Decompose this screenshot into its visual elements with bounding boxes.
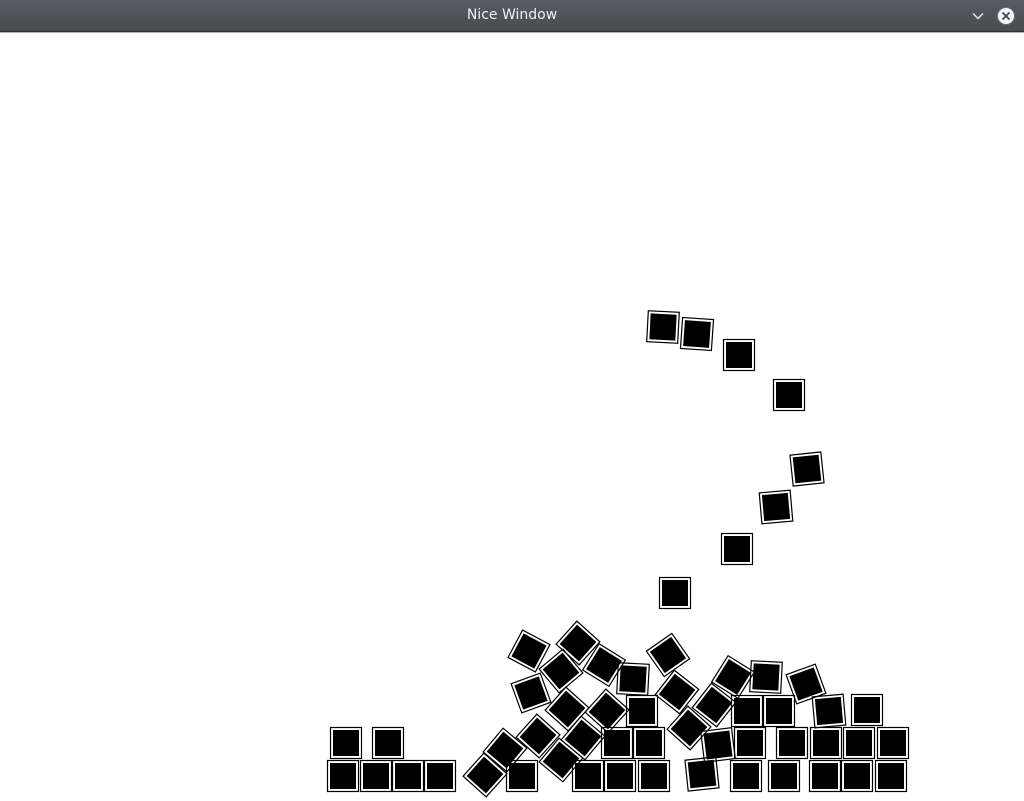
simulation-canvas[interactable] bbox=[0, 33, 1024, 801]
physics-box-body bbox=[812, 763, 838, 789]
physics-box-body bbox=[575, 763, 601, 789]
minimize-button[interactable] bbox=[968, 6, 988, 26]
physics-box bbox=[762, 694, 796, 728]
physics-box-body bbox=[687, 759, 717, 789]
physics-box bbox=[637, 759, 671, 793]
physics-box-body bbox=[586, 647, 622, 683]
physics-box bbox=[789, 451, 825, 487]
physics-box bbox=[684, 756, 720, 792]
physics-box-body bbox=[703, 730, 733, 760]
physics-box-body bbox=[844, 763, 870, 789]
physics-box bbox=[840, 759, 874, 793]
physics-box bbox=[876, 726, 910, 760]
physics-box bbox=[505, 759, 539, 793]
physics-box-body bbox=[363, 763, 389, 789]
physics-box bbox=[729, 759, 763, 793]
physics-box bbox=[625, 694, 659, 728]
physics-box-body bbox=[737, 730, 763, 756]
physics-box bbox=[391, 759, 425, 793]
window-title: Nice Window bbox=[466, 7, 558, 23]
physics-box-body bbox=[814, 696, 844, 726]
physics-box-body bbox=[878, 763, 904, 789]
chevron-down-icon bbox=[972, 12, 984, 20]
physics-box-body bbox=[761, 492, 791, 522]
physics-box-body bbox=[427, 763, 453, 789]
physics-box-body bbox=[636, 730, 662, 756]
physics-box bbox=[371, 726, 405, 760]
close-button[interactable] bbox=[996, 6, 1016, 26]
physics-box bbox=[329, 726, 363, 760]
physics-box bbox=[730, 694, 764, 728]
physics-box-body bbox=[776, 382, 802, 408]
physics-box-body bbox=[333, 730, 359, 756]
physics-box-body bbox=[662, 580, 688, 606]
physics-box bbox=[850, 693, 884, 727]
physics-box bbox=[603, 759, 637, 793]
physics-box-body bbox=[766, 698, 792, 724]
physics-box-body bbox=[649, 636, 687, 674]
physics-box bbox=[808, 759, 842, 793]
physics-box-body bbox=[715, 659, 751, 695]
physics-box-body bbox=[658, 673, 696, 711]
physics-box bbox=[423, 759, 457, 793]
title-bar[interactable]: Nice Window bbox=[0, 0, 1024, 32]
physics-box bbox=[632, 726, 666, 760]
physics-box-body bbox=[779, 730, 805, 756]
physics-box bbox=[584, 688, 630, 734]
physics-box bbox=[722, 338, 756, 372]
physics-box bbox=[767, 759, 801, 793]
physics-box bbox=[658, 576, 692, 610]
physics-box-body bbox=[466, 756, 504, 794]
physics-box bbox=[809, 726, 843, 760]
physics-box-body bbox=[375, 730, 401, 756]
physics-box bbox=[720, 532, 754, 566]
physics-scene bbox=[326, 310, 910, 798]
physics-box-body bbox=[683, 320, 711, 348]
physics-box-body bbox=[330, 763, 356, 789]
physics-box bbox=[811, 693, 847, 729]
physics-box-body bbox=[604, 730, 630, 756]
physics-box bbox=[679, 316, 715, 352]
physics-box bbox=[772, 378, 806, 412]
physics-box bbox=[775, 726, 809, 760]
physics-box bbox=[758, 489, 794, 525]
physics-box-body bbox=[880, 730, 906, 756]
physics-box-body bbox=[629, 698, 655, 724]
physics-box bbox=[616, 662, 650, 696]
physics-box bbox=[749, 660, 783, 694]
physics-box bbox=[785, 663, 827, 705]
physics-box-body bbox=[509, 763, 535, 789]
physics-box-body bbox=[619, 665, 647, 693]
physics-box-body bbox=[641, 763, 667, 789]
physics-box-body bbox=[588, 692, 626, 730]
physics-box-body bbox=[649, 313, 677, 341]
physics-box-body bbox=[395, 763, 421, 789]
physics-box bbox=[842, 726, 876, 760]
physics-box bbox=[645, 632, 691, 678]
physics-box-body bbox=[792, 454, 822, 484]
physics-box-body bbox=[726, 342, 752, 368]
physics-box bbox=[874, 759, 908, 793]
app-window: Nice Window bbox=[0, 0, 1024, 801]
physics-box-body bbox=[607, 763, 633, 789]
physics-box-body bbox=[734, 698, 760, 724]
physics-box-body bbox=[752, 663, 780, 691]
physics-box-body bbox=[511, 633, 547, 669]
physics-box-body bbox=[846, 730, 872, 756]
physics-box bbox=[359, 759, 393, 793]
physics-box bbox=[733, 726, 767, 760]
physics-box bbox=[326, 759, 360, 793]
physics-box bbox=[510, 672, 552, 714]
physics-box-body bbox=[542, 652, 580, 690]
close-icon bbox=[997, 7, 1015, 25]
physics-box bbox=[646, 310, 680, 344]
physics-box-body bbox=[486, 731, 524, 769]
physics-box-body bbox=[813, 730, 839, 756]
physics-box-body bbox=[771, 763, 797, 789]
physics-box-body bbox=[733, 763, 759, 789]
physics-box-body bbox=[854, 697, 880, 723]
physics-box-body bbox=[724, 536, 750, 562]
physics-box bbox=[600, 726, 634, 760]
